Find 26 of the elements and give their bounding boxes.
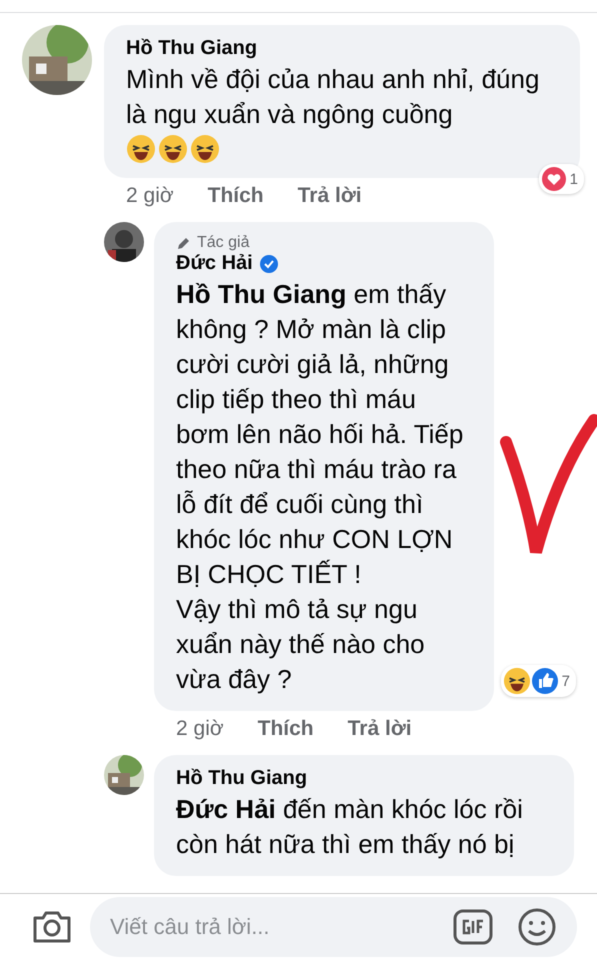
like-link[interactable]: Thích [208, 184, 264, 208]
pencil-icon [176, 236, 191, 250]
comment-time: 2 giờ [126, 184, 174, 208]
reply-input-field[interactable]: Viết câu trả lời... [90, 897, 577, 957]
comment-time: 2 giờ [176, 717, 224, 741]
camera-icon[interactable] [32, 910, 72, 944]
comment-text: Mình về đội của nhau anh nhỉ, đúng là ngu xuẩn và ngông cuồng [126, 63, 540, 131]
laughing-face-icon [190, 134, 220, 164]
verified-icon [258, 254, 279, 274]
laughing-face-icon [158, 134, 188, 164]
like-link[interactable]: Thích [258, 717, 314, 741]
laughing-face-icon [126, 134, 156, 164]
reply-link[interactable]: Trả lời [348, 717, 412, 741]
thumbs-up-icon [530, 667, 559, 695]
reaction-badge[interactable]: 1 [538, 164, 584, 194]
comment-text: Hồ Thu Giang em thấy không ? Mở màn là clip cười cười giả lả, những clip tiếp theo thì máu bơm lên não hối hả. Tiếp theo nữa thì máu trào ra lỗ đít để cuối cùng thì khóc lóc như CON LỢN BỊ CHỌC TIẾT ! Vậy thì mô tả sự ngu xuẩn này thế nào cho vừa đây ? [176, 278, 464, 696]
emoji-icon[interactable] [517, 907, 557, 947]
reaction-badge[interactable]: 7 [500, 665, 576, 697]
comment-text: Đức Hải đến màn khóc lóc rồi còn hát nữa thì em thấy nó bị [176, 793, 524, 861]
author-name[interactable]: Hồ Thu Giang [176, 767, 308, 790]
author-name[interactable]: Đức Hải [176, 252, 253, 275]
author-name[interactable]: Hồ Thu Giang [126, 37, 258, 60]
author-role-label: Tác giả [197, 234, 250, 252]
laughing-face-icon [502, 667, 531, 695]
gif-icon[interactable] [453, 909, 493, 945]
reply-link[interactable]: Trả lời [298, 184, 362, 208]
